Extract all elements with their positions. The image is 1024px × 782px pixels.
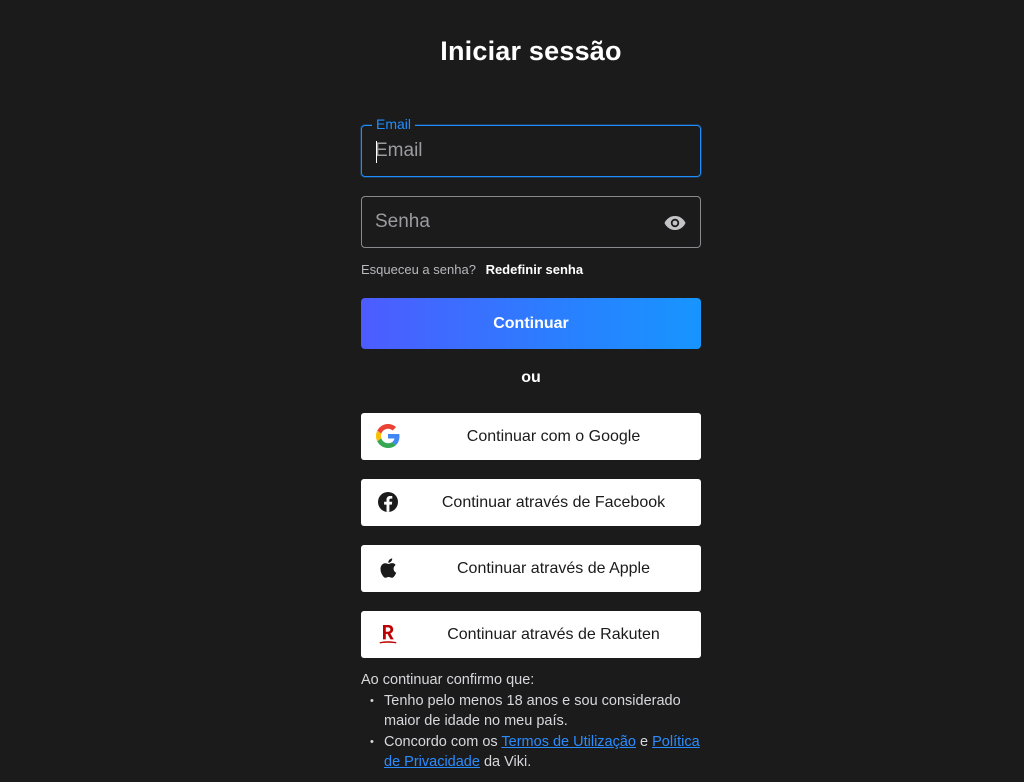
eye-icon[interactable] [663,211,687,235]
google-login-button[interactable]: Continuar com o Google [361,413,701,460]
or-separator: ou [521,369,541,386]
legal-item-age: Tenho pelo menos 18 anos e sou considera… [361,691,711,732]
continue-button[interactable]: Continuar [361,298,701,349]
login-page: Iniciar sessão Email Esqueceu a senha? R… [0,0,1024,782]
google-icon [376,424,400,448]
legal-intro: Ao continuar confirmo que: [361,672,535,688]
forgot-password-row: Esqueceu a senha? Redefinir senha [361,262,583,277]
legal-item-terms-mid: e [635,733,653,750]
rakuten-login-button[interactable]: Continuar através de Rakuten [361,611,701,658]
facebook-login-label: Continuar através de Facebook [441,494,666,511]
terms-link[interactable]: Termos de Utilização [501,734,636,750]
forgot-password-text: Esqueceu a senha? [361,262,476,277]
legal-item-terms-prefix: Concordo com os [384,733,502,750]
google-login-label: Continuar com o Google [466,428,641,445]
apple-login-label: Continuar através de Apple [456,560,650,577]
legal-list: Tenho pelo menos 18 anos e sou considera… [361,691,711,773]
email-field[interactable]: Email [361,116,701,177]
rakuten-icon [379,625,397,644]
rakuten-login-label: Continuar através de Rakuten [447,626,660,643]
text-caret [376,141,377,163]
email-input[interactable] [375,126,655,176]
legal-item-terms: Concordo com os Termos de Utilização e P… [361,732,711,773]
password-field[interactable] [361,196,701,248]
legal-item-terms-suffix: da Viki. [479,754,532,770]
reset-password-link[interactable]: Redefinir senha [486,262,584,277]
password-input[interactable] [375,197,655,247]
page-title: Iniciar sessão [440,36,622,66]
apple-login-button[interactable]: Continuar através de Apple [361,545,701,592]
facebook-icon [378,492,398,512]
apple-icon [380,558,397,578]
legal-notice: Ao continuar confirmo que: Tenho pelo me… [361,670,711,773]
facebook-login-button[interactable]: Continuar através de Facebook [361,479,701,526]
